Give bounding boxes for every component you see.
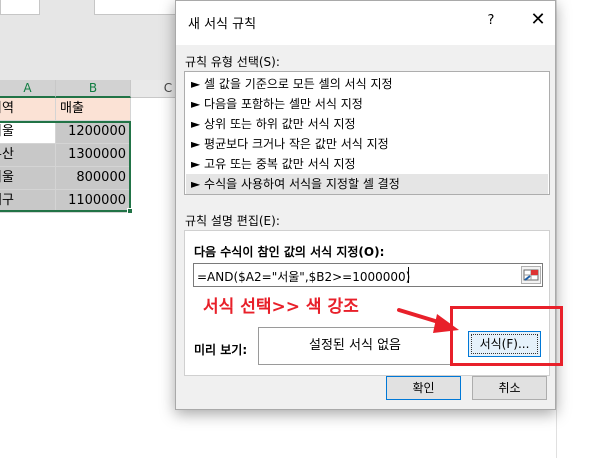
cancel-button[interactable]: 취소 xyxy=(472,376,547,400)
formula-heading: 다음 수식이 참인 값의 서식 지정(O): xyxy=(194,245,385,259)
side-panel xyxy=(556,0,607,458)
rule-type-item[interactable]: ► 평균보다 크거나 작은 값만 서식 지정 xyxy=(191,134,389,154)
range-select-icon[interactable] xyxy=(521,266,541,284)
cell-a1[interactable]: 지역 xyxy=(0,98,56,121)
rule-type-item[interactable]: ► 상위 또는 하위 값만 서식 지정 xyxy=(191,114,356,134)
ok-button[interactable]: 확인 xyxy=(386,376,461,400)
formula-value: =AND($A2="서울",$B2>=1000000) xyxy=(197,270,411,284)
cell-b2[interactable]: 1200000 xyxy=(56,121,131,144)
column-header-a[interactable]: A xyxy=(0,80,56,98)
dialog-title: 새 서식 규칙 xyxy=(188,17,257,32)
rule-type-item[interactable]: ► 다음을 포함하는 셀만 서식 지정 xyxy=(191,94,363,114)
description-label: 규칙 설명 편집(E): xyxy=(185,214,280,228)
dialog-titlebar[interactable]: 새 서식 규칙 ? ✕ xyxy=(176,1,555,45)
fill-handle[interactable] xyxy=(127,208,133,214)
close-icon[interactable]: ✕ xyxy=(530,10,546,30)
formula-input[interactable]: =AND($A2="서울",$B2>=1000000) xyxy=(193,263,543,287)
annotation-highlight-box xyxy=(450,306,563,366)
cell-a5[interactable]: 대구 xyxy=(0,190,56,213)
help-button[interactable]: ? xyxy=(484,13,498,28)
rule-type-label: 규칙 유형 선택(S): xyxy=(185,55,280,69)
preview-label: 미리 보기: xyxy=(194,343,248,357)
cell-a3[interactable]: 부산 xyxy=(0,144,56,167)
rule-type-item[interactable]: ► 고유 또는 중복 값만 서식 지정 xyxy=(191,154,356,174)
cell-b1[interactable]: 매출 xyxy=(56,98,131,121)
cell-a2[interactable]: 서울 xyxy=(0,121,56,144)
cell-a4[interactable]: 서울 xyxy=(0,167,56,190)
column-header-b[interactable]: B xyxy=(56,80,131,98)
rule-type-list[interactable]: ► 셀 값을 기준으로 모든 셀의 서식 지정 ► 다음을 포함하는 셀만 서식… xyxy=(184,71,550,195)
rule-type-item[interactable]: ► 셀 값을 기준으로 모든 셀의 서식 지정 xyxy=(191,74,393,94)
cell-b5[interactable]: 1100000 xyxy=(56,190,131,213)
formula-bar-fragment[interactable] xyxy=(94,0,178,15)
rule-type-item-selected[interactable]: ► 수식을 사용하여 서식을 지정할 셀 결정 xyxy=(186,174,548,194)
name-box-fragment[interactable] xyxy=(0,0,40,15)
text-caret xyxy=(408,267,409,283)
cell-b4[interactable]: 800000 xyxy=(56,167,131,190)
cell-b3[interactable]: 1300000 xyxy=(56,144,131,167)
annotation-text: 서식 선택>> 색 강조 xyxy=(203,297,359,317)
